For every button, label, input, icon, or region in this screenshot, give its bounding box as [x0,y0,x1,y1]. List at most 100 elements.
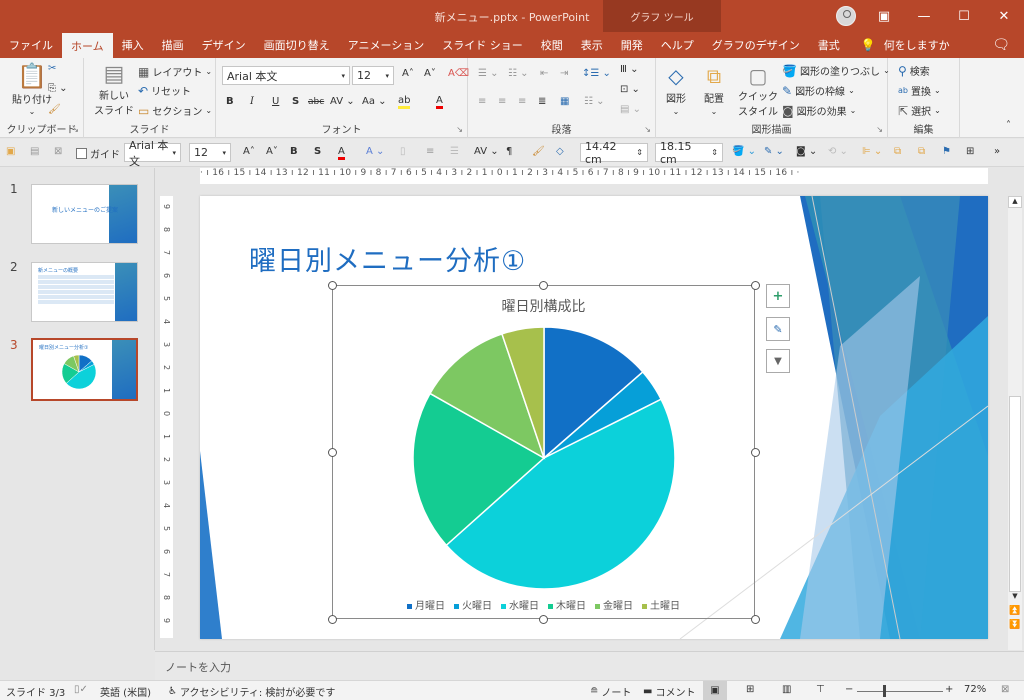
text-effects-icon[interactable]: A ⌄ [366,146,384,157]
shape-width-input[interactable]: 18.15 cm ⇕ [655,140,723,166]
outline-icon[interactable]: ✎ ⌄ [764,146,784,157]
character-spacing-icon[interactable]: AV ⌄ [330,96,355,107]
slide-thumbnail-3[interactable]: 曜日別メニュー分析① 月曜日: 13.6%火曜日: 4%水曜日: 45.8%木曜… [31,338,138,401]
paragraph-marks-icon[interactable]: ¶ [506,146,512,157]
close-box-icon[interactable]: ⊠ [54,146,62,157]
tab-format[interactable]: 書式 [809,32,849,58]
legend-item[interactable]: 木曜日 [548,597,586,612]
slide-thumbnail-1[interactable]: 新しいメニューのご提案 [31,184,138,244]
tell-me-box[interactable]: 💡 何をしますか [861,32,950,58]
animation-icon[interactable]: ⚑ [942,146,951,157]
resize-handle-bottom[interactable] [539,615,548,624]
select-button[interactable]: ⇱ 選択 ⌄ [898,103,941,119]
text-direction-icon[interactable]: Ⅲ ⌄ [620,64,638,75]
copy-icon[interactable]: ⎘ ⌄ [48,83,68,94]
decrease-font-size-icon[interactable]: A˅ [424,68,436,79]
font-size-select[interactable]: 12 ▾ [352,66,394,85]
tab-chart-design[interactable]: グラフのデザイン [703,32,809,58]
tab-developer[interactable]: 開発 [612,32,652,58]
dialog-launcher-icon[interactable]: ↘ [876,125,883,134]
quick-styles-button[interactable]: ▢ クイック スタイル [738,64,778,118]
scroll-thumb[interactable] [1009,396,1021,592]
center-icon[interactable]: ≡ [426,146,434,157]
chart-styles-button[interactable]: ✎ [766,317,790,341]
reading-view-icon[interactable]: ▥ [782,684,791,695]
justify-icon[interactable]: ≣ [538,96,546,107]
tab-view[interactable]: 表示 [572,32,612,58]
dialog-launcher-icon[interactable]: ↘ [456,125,463,134]
shape-height-input[interactable]: 14.42 cm ⇕ [580,140,648,166]
legend-item[interactable]: 月曜日 [407,597,445,612]
tab-draw[interactable]: 描画 [153,32,193,58]
clear-icon[interactable]: ▯ [400,146,406,157]
increase-indent-icon[interactable]: ⇥ [560,68,568,79]
decrease-indent-icon[interactable]: ⇤ [540,68,548,79]
arrange-button[interactable]: ⧉ 配置 ⌄ [704,64,724,116]
dialog-launcher-icon[interactable]: ↘ [72,125,79,134]
vertical-scrollbar[interactable]: ▲ ▼ ⏫ ⏬ [1008,196,1022,650]
align-center-icon[interactable]: ≡ [498,96,506,107]
resize-handle-bottom-right[interactable] [751,615,760,624]
tab-home[interactable]: ホーム [62,33,113,58]
language-indicator[interactable]: 英語 (米国) [100,684,151,699]
zoom-in-button[interactable]: + [945,684,953,695]
notes-toggle-button[interactable]: ≘ ノート [590,684,631,699]
bold-icon[interactable]: B [226,96,234,107]
resize-handle-left[interactable] [328,448,337,457]
bold-icon[interactable]: B [290,146,298,157]
spinner-icon[interactable]: ⇕ [711,148,718,157]
shape-outline-button[interactable]: ✎ 図形の枠線 ⌄ [782,83,855,99]
tab-file[interactable]: ファイル [0,32,62,58]
chart-elements-button[interactable]: + [766,284,790,308]
tab-insert[interactable]: 挿入 [113,32,153,58]
tab-transitions[interactable]: 画面切り替え [255,32,339,58]
collapse-ribbon-icon[interactable]: ˄ [1006,120,1011,131]
scroll-down-arrow[interactable]: ▼ [1008,592,1022,602]
previous-slide-icon[interactable]: ⏫ [1008,606,1022,616]
zoom-slider-track[interactable] [857,691,943,692]
spinner-icon[interactable]: ⇕ [636,148,643,157]
replace-button[interactable]: ab 置換 ⌄ [898,83,941,98]
increase-font-size-icon[interactable]: A˄ [402,68,414,79]
spellcheck-icon[interactable]: ▯✓ [74,684,88,695]
slide-thumbnail-2[interactable]: 新メニューの概要 [31,262,138,322]
zoom-slider-thumb[interactable] [883,685,886,697]
next-slide-icon[interactable]: ⏬ [1008,620,1022,630]
resize-handle-top[interactable] [539,281,548,290]
change-case-icon[interactable]: Aa ⌄ [362,96,387,107]
shape-icon[interactable]: ◇ [556,146,564,157]
bring-forward-icon[interactable]: ⧉ [894,146,901,157]
resize-handle-bottom-left[interactable] [328,615,337,624]
cut-icon[interactable]: ✂ [48,63,56,74]
list-icon[interactable]: ☰ [450,146,459,157]
toolbar-font-size[interactable]: 12 ▾ [189,143,231,162]
align-text-icon[interactable]: ⊡ ⌄ [620,84,640,95]
format-painter-icon[interactable]: 🖌 [48,104,61,115]
align-left-icon[interactable]: ≡ [478,96,486,107]
shape-fill-button[interactable]: 🪣 図形の塗りつぶし ⌄ [782,63,890,79]
ribbon-display-options-button[interactable]: ▣ [864,9,904,24]
smartart-icon[interactable]: ▤ ⌄ [620,104,641,115]
fill-icon[interactable]: 🪣 ⌄ [732,146,756,157]
slide-canvas[interactable]: 曜日別メニュー分析① 曜日別構成比 月曜日: 13.6%火曜日: 4%水曜日: … [200,196,988,639]
toolbar-font-name[interactable]: Arial 本文 ▾ [124,139,181,168]
notes-pane[interactable]: ノートを入力 [155,651,1024,680]
distributed-icon[interactable]: ▦ [560,96,569,107]
more-icon[interactable]: » [994,146,1000,157]
spacing-icon[interactable]: AV ⌄ [474,146,499,157]
bullets-icon[interactable]: ☰ ⌄ [478,68,499,79]
zoom-level[interactable]: 72% [964,684,986,695]
new-slide-button[interactable]: ▤ 新しい スライド [94,62,134,117]
slide-sorter-icon[interactable]: ⊞ [746,684,754,695]
tab-help[interactable]: ヘルプ [652,32,703,58]
font-name-select[interactable]: Arial 本文 ▾ [222,66,350,85]
group-icon[interactable]: ⧉ [918,146,925,157]
account-avatar[interactable] [836,6,856,26]
increase-font-size-icon[interactable]: A˄ [243,146,255,157]
comments-icon[interactable]: 🗨 [992,37,1010,53]
shapes-button[interactable]: ◇ 図形 ⌄ [666,64,686,116]
find-button[interactable]: ⚲ 検索 [898,63,930,79]
format-painter-icon[interactable]: 🖌 [532,146,545,157]
tab-slideshow[interactable]: スライド ショー [433,32,532,58]
new-icon[interactable]: ▣ [6,146,15,157]
